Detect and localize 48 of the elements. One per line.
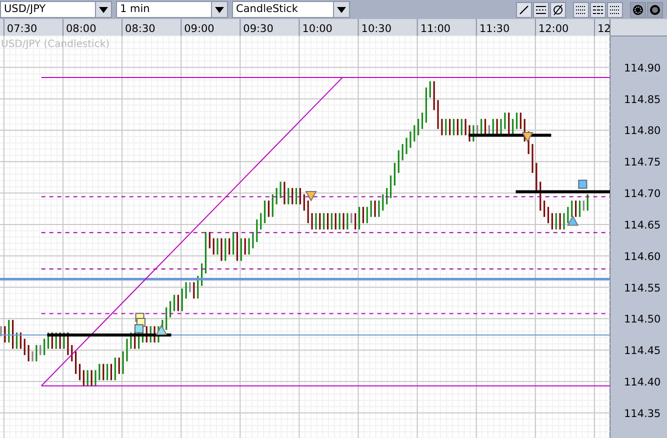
price-label: 114.85	[624, 94, 661, 106]
filled-circle-button[interactable]	[647, 2, 663, 18]
chart-type-dropdown[interactable]: CandleStick	[232, 1, 350, 18]
square-marker	[134, 324, 144, 334]
line-tool-button[interactable]	[516, 2, 532, 18]
time-label: 11:30	[479, 23, 510, 35]
price-label: 114.90	[624, 62, 661, 74]
time-label: 07:30	[6, 23, 38, 35]
symbol-dropdown[interactable]: USD/JPY	[0, 1, 112, 18]
square-marker	[578, 180, 588, 189]
price-label: 114.60	[624, 250, 661, 263]
price-label: 114.70	[624, 188, 661, 200]
slashed-circle-icon	[551, 2, 565, 16]
dashed-rows-button[interactable]	[590, 2, 606, 18]
price-label: 114.35	[624, 408, 661, 420]
price-label: 114.80	[624, 125, 661, 138]
time-label: 10:30	[361, 23, 392, 35]
caret-icon	[337, 6, 346, 12]
price-label: 114.45	[624, 345, 661, 358]
time-label: 08:30	[125, 23, 156, 35]
horizontal-lines-button[interactable]	[533, 2, 549, 18]
down-triangle-marker	[522, 132, 534, 143]
dotted-circle-button[interactable]	[630, 2, 646, 18]
up-triangle-marker	[566, 215, 579, 226]
interval-dropdown[interactable]: 1 min	[116, 1, 228, 18]
caret-icon	[215, 6, 224, 12]
price-label: 114.75	[624, 156, 661, 169]
dotted-rows-button[interactable]	[573, 2, 589, 18]
up-triangle-marker	[156, 324, 168, 336]
time-label: 08:00	[66, 23, 96, 35]
price-label: 114.50	[624, 314, 661, 326]
time-label: 12	[597, 23, 611, 35]
time-label: 12:00	[538, 23, 569, 35]
dotted-grid-button[interactable]	[607, 2, 623, 18]
down-triangle-marker	[305, 191, 317, 202]
price-label: 114.40	[624, 376, 661, 388]
filled-circle-icon	[648, 2, 662, 16]
chart-title: USD/JPY (Candlestick)	[1, 39, 110, 50]
slashed-circle-button[interactable]	[550, 2, 566, 18]
time-label: 11:00	[420, 23, 451, 35]
price-label: 114.65	[624, 219, 661, 232]
time-label: 09:30	[243, 23, 274, 35]
time-label: 09:00	[184, 23, 214, 35]
price-label: 114.55	[624, 282, 661, 294]
time-label: 10:00	[302, 23, 332, 35]
caret-icon	[99, 6, 108, 12]
dotted-circle-icon	[631, 2, 645, 16]
line-tool-icon	[517, 2, 531, 16]
